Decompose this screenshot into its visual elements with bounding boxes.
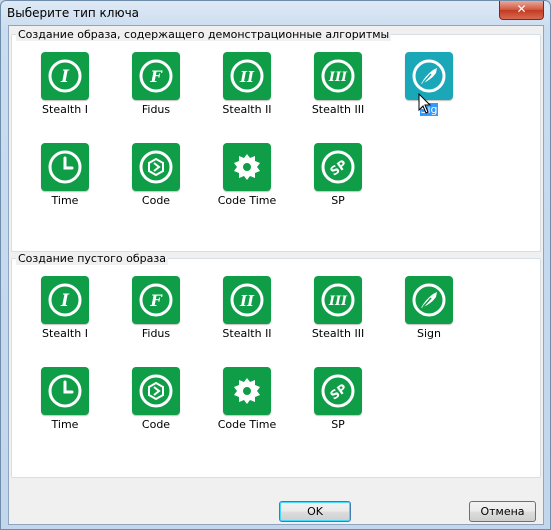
key-type-tile[interactable]: Time [20,143,110,219]
key-type-tile[interactable]: Code Time [202,143,292,219]
sign-icon [405,276,453,324]
key-type-tile[interactable]: III Stealth III [293,276,383,352]
close-button[interactable]: ✕ [499,1,544,20]
group-empty-images: Создание пустого образа I Stealth I F Fidus… [11,252,541,478]
tile-label: Fidus [141,103,171,116]
svg-text:F: F [149,67,163,86]
tile-label: Stealth I [42,327,88,340]
tile-label: Stealth II [222,103,272,116]
svg-text:SP: SP [327,157,349,179]
key-type-tile[interactable]: II Stealth II [202,276,292,352]
svg-text:III: III [328,70,348,85]
stealth-i-icon: I [41,52,89,100]
tile-label: Time [51,418,79,431]
code-icon [132,143,180,191]
stealth-i-icon: I [41,276,89,324]
stealth-iii-icon: III [314,276,362,324]
key-type-tile[interactable]: SP SP [293,143,383,219]
stealth-ii-icon: II [223,276,271,324]
svg-text:SP: SP [327,381,349,403]
key-type-tile[interactable]: I Stealth I [20,276,110,352]
tile-label: Time [51,194,79,207]
code-time-icon [223,143,271,191]
key-type-tile[interactable]: Sign [384,276,474,352]
close-icon: ✕ [516,2,527,16]
svg-text:I: I [60,67,70,87]
tile-label: Stealth I [42,103,88,116]
group-title-empty: Создание пустого образа [16,252,168,265]
svg-text:I: I [60,291,70,311]
tile-label: Fidus [141,327,171,340]
dialog-window: Выберите тип ключа ✕ Создание образа, со… [0,0,551,530]
key-type-tile[interactable]: F Fidus [111,52,201,128]
svg-text:F: F [149,291,163,310]
sp-icon: SP [314,367,362,415]
ok-button[interactable]: OK [279,501,351,522]
key-type-tile[interactable]: III Stealth III [293,52,383,128]
key-type-tile[interactable]: Time [20,367,110,443]
stealth-ii-icon: II [223,52,271,100]
tile-label: Stealth III [311,103,365,116]
tile-label: Code [141,418,171,431]
key-type-tile[interactable]: Code Time [202,367,292,443]
tile-label: Code [141,194,171,207]
key-type-tile[interactable]: Code [111,143,201,219]
svg-text:III: III [328,294,348,309]
key-type-tile[interactable]: II Stealth II [202,52,292,128]
cancel-button[interactable]: Отмена [469,501,536,522]
title-bar[interactable]: Выберите тип ключа ✕ [1,1,550,27]
code-icon [132,367,180,415]
key-type-tile[interactable]: I Stealth I [20,52,110,128]
group-title-template: Создание образа, содержащего демонстраци… [16,28,392,41]
ok-button-label: OK [307,505,323,518]
fidus-icon: F [132,276,180,324]
svg-text:II: II [239,292,255,310]
key-type-tile[interactable]: Sig [384,52,474,128]
key-type-tile[interactable]: SP SP [293,367,383,443]
stealth-iii-icon: III [314,52,362,100]
sp-icon: SP [314,143,362,191]
clock-icon [41,143,89,191]
tile-label: SP [331,418,345,431]
key-type-tile[interactable]: Code [111,367,201,443]
tile-label: Stealth III [311,327,365,340]
tile-label: SP [331,194,345,207]
code-time-icon [223,367,271,415]
fidus-icon: F [132,52,180,100]
svg-text:II: II [239,68,255,86]
window-title: Выберите тип ключа [7,6,140,20]
tile-label: Stealth II [222,327,272,340]
tile-label: Code Time [217,194,277,207]
dialog-body: Создание образа, содержащего демонстраци… [8,25,544,525]
tile-label: Code Time [217,418,277,431]
cancel-button-label: Отмена [480,505,525,518]
group-template-images: Создание образа, содержащего демонстраци… [11,28,541,252]
tile-label: Sign [417,327,441,340]
clock-icon [41,367,89,415]
mouse-pointer-icon [418,93,432,114]
key-type-tile[interactable]: F Fidus [111,276,201,352]
